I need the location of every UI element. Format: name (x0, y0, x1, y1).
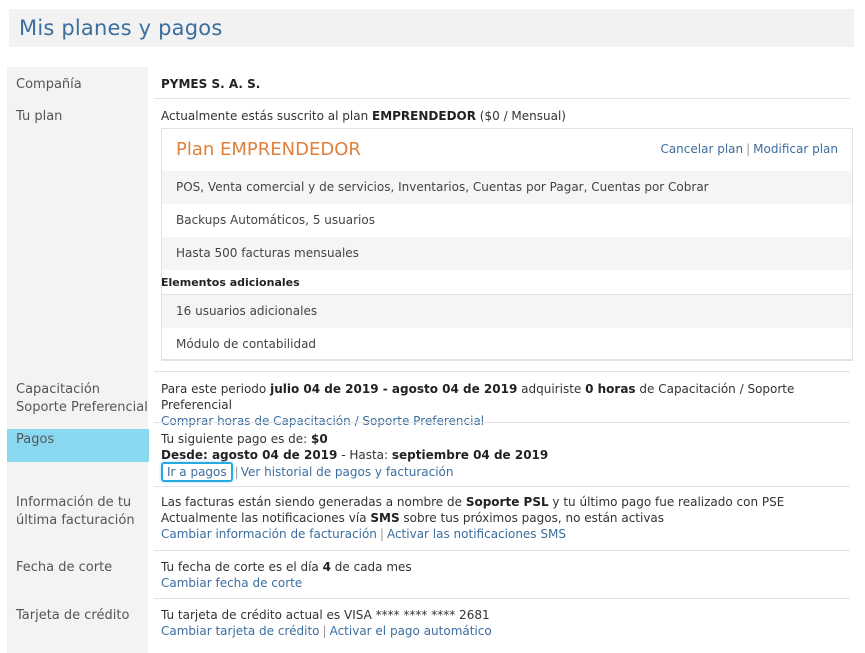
plan-feature: POS, Venta comercial y de servicios, Inv… (162, 171, 852, 204)
cancel-plan-link[interactable]: Cancelar plan (660, 142, 743, 156)
extras-title: Elementos adicionales (161, 276, 300, 289)
company-label: Compañía (16, 77, 82, 92)
separator (154, 422, 850, 423)
separator (154, 98, 850, 99)
change-cutoff-link[interactable]: Cambiar fecha de corte (161, 576, 302, 590)
activate-sms-link[interactable]: Activar las notificaciones SMS (387, 527, 566, 541)
separator (154, 371, 850, 372)
billing-label: Información de tu última facturación (16, 495, 135, 528)
plan-feature: Backups Automáticos, 5 usuarios (176, 213, 375, 227)
plan-label: Tu plan (16, 109, 63, 124)
change-billing-link[interactable]: Cambiar información de facturación (161, 527, 377, 541)
payments-label: Pagos (16, 432, 55, 447)
auto-payment-link[interactable]: Activar el pago automático (330, 624, 492, 638)
modify-plan-link[interactable]: Modificar plan (753, 142, 838, 156)
cutoff-text: Tu fecha de corte es el día 4 de cada me… (161, 560, 412, 574)
page-header: Mis planes y pagos (9, 9, 854, 47)
separator (154, 486, 850, 487)
extra-item: Módulo de contabilidad (176, 337, 317, 351)
buy-training-link[interactable]: Comprar horas de Capacitación / Soporte … (161, 414, 484, 428)
billing-line-1: Las facturas están siendo generadas a no… (161, 495, 785, 509)
cutoff-label: Fecha de corte (16, 560, 113, 575)
plan-feature: Hasta 500 facturas mensuales (162, 237, 852, 270)
separator (154, 598, 850, 599)
next-payment: Tu siguiente pago es de: $0 (161, 432, 328, 446)
training-text: Para este periodo julio 04 de 2019 - ago… (161, 382, 795, 412)
card-text: Tu tarjeta de crédito actual es VISA ***… (161, 608, 490, 622)
billing-line-2: Actualmente las notificaciones vía SMS s… (161, 511, 665, 525)
page-title: Mis planes y pagos (19, 16, 223, 40)
go-to-payments-button[interactable]: Ir a pagos (161, 462, 233, 482)
training-label: Capacitación Soporte Preferencial (16, 382, 148, 415)
payment-period: Desde: agosto 04 de 2019 - Hasta: septie… (161, 448, 549, 462)
card-label: Tarjeta de crédito (16, 608, 130, 623)
company-value: PYMES S. A. S. (161, 77, 261, 91)
change-card-link[interactable]: Cambiar tarjeta de crédito (161, 624, 320, 638)
payment-history-link[interactable]: Ver historial de pagos y facturación (241, 465, 454, 479)
separator (154, 550, 850, 551)
extra-item: 16 usuarios adicionales (162, 295, 852, 328)
plan-summary: Actualmente estás suscrito al plan EMPRE… (161, 109, 566, 123)
extras-list: 16 usuarios adicionales Módulo de contab… (161, 294, 853, 361)
plan-card-title: Plan EMPRENDEDOR (176, 139, 361, 160)
